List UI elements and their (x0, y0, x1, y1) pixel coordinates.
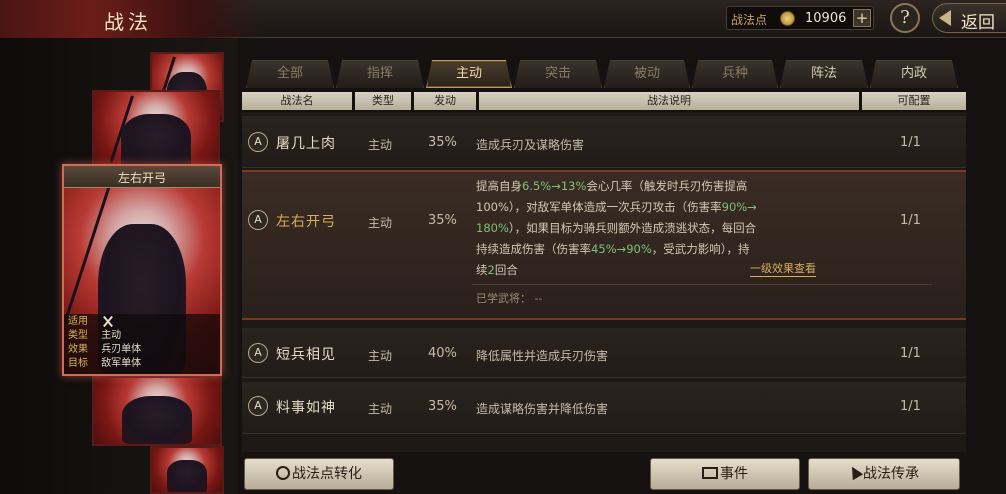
table-row[interactable]: A 料事如神 主动 35% 造成谋略伤害并降低伤害 1/1 (242, 382, 966, 434)
tactic-description: 造成兵刃及谋略伤害 (476, 138, 585, 152)
card-info-row: 类型 主动 (68, 329, 121, 342)
bow-icon (101, 316, 115, 327)
convert-label: 战法点转化 (292, 466, 362, 482)
description-line: 100%），对敌军单体造成一次兵刃攻击（伤害率90%→ (476, 200, 757, 214)
learned-generals: 已学武将： -- (476, 292, 543, 305)
info-key: 类型 (68, 330, 88, 341)
column-header-description: 战法说明 (479, 92, 859, 110)
tactic-card-back[interactable] (92, 376, 222, 446)
tab-passive[interactable]: 被动 (604, 60, 690, 88)
inherit-tactic-button[interactable]: 战法传承 (808, 458, 960, 490)
tab-troop-type[interactable]: 兵种 (692, 60, 778, 88)
info-value: 敌军单体 (101, 358, 142, 369)
tactic-config: 1/1 (900, 135, 921, 150)
warrior-silhouette-icon (167, 460, 207, 492)
tab-command[interactable]: 指挥 (336, 60, 424, 88)
warrior-silhouette-icon (121, 113, 191, 170)
tactic-type: 主动 (368, 138, 393, 152)
info-key: 适用 (68, 316, 88, 327)
hammer-icon (846, 463, 864, 481)
tactic-name: 短兵相见 (276, 347, 336, 363)
grade-badge: A (248, 132, 268, 152)
grade-badge: A (248, 343, 268, 363)
column-header-type: 类型 (355, 92, 411, 110)
tactic-rate: 35% (428, 213, 457, 228)
back-button[interactable]: 返回 (932, 3, 1006, 33)
tactic-card-back[interactable] (92, 90, 220, 172)
column-header-rate: 发动 (414, 92, 476, 110)
level-one-effect-link[interactable]: 一级效果查看 (750, 260, 816, 277)
top-bar: 战法 战法点 10906 + ? 返回 (0, 0, 1006, 38)
tactic-config: 1/1 (900, 346, 921, 361)
back-arrow-icon (939, 10, 951, 26)
description-line: 持续造成伤害（伤害率45%→90%，受武力影响），持 (476, 242, 750, 256)
event-label: 事件 (720, 466, 748, 482)
card-title-bar: 左右开弓 (64, 166, 220, 188)
inherit-label: 战法传承 (863, 466, 919, 482)
tactic-points-display: 战法点 10906 + (726, 6, 874, 30)
tab-active[interactable]: 主动 (426, 60, 512, 88)
card-info-row: 适用 (68, 315, 115, 328)
info-key: 效果 (68, 344, 88, 355)
convert-icon (276, 466, 290, 480)
selected-tactic-card[interactable]: 左右开弓 适用 类型 主动 效果 兵刃单体 目标 敌军单体 (62, 164, 222, 376)
table-row[interactable]: A 屠几上肉 主动 35% 造成兵刃及谋略伤害 1/1 (242, 116, 966, 168)
tactic-name: 屠几上肉 (276, 136, 336, 152)
tab-all[interactable]: 全部 (246, 60, 334, 88)
card-title: 左右开弓 (117, 171, 166, 185)
event-icon (702, 467, 718, 479)
tactic-config: 1/1 (900, 213, 921, 228)
page-title: 战法 (104, 10, 152, 34)
tactic-table: A 屠几上肉 主动 35% 造成兵刃及谋略伤害 1/1 A 左右开弓 主动 35… (242, 112, 966, 452)
warrior-silhouette-icon (121, 396, 193, 444)
tactic-rate: 40% (428, 346, 457, 361)
tactic-points-label: 战法点 (731, 13, 768, 27)
convert-points-button[interactable]: 战法点转化 (244, 458, 394, 490)
tactic-type: 主动 (368, 349, 393, 363)
description-line: 180%），如果目标为骑兵则额外造成溃逃状态，每回合 (476, 221, 757, 235)
card-info-row: 目标 敌军单体 (68, 357, 141, 370)
tactic-points-value: 10906 (805, 11, 847, 26)
tactic-name: 料事如神 (276, 400, 336, 416)
grade-badge: A (248, 396, 268, 416)
description-line: 提高自身6.5%→13%会心几率（触发时兵刃伤害提高 (476, 179, 748, 193)
tactic-type: 主动 (368, 216, 393, 230)
tab-assault[interactable]: 突击 (514, 60, 602, 88)
column-header-name: 战法名 (242, 92, 352, 110)
coin-icon (780, 11, 795, 26)
tactic-description: 降低属性并造成兵刃伤害 (476, 349, 609, 363)
info-value: 主动 (101, 330, 122, 341)
add-points-button[interactable]: + (853, 9, 871, 27)
tactic-rate: 35% (428, 135, 457, 150)
table-row[interactable]: A 短兵相见 主动 40% 降低属性并造成兵刃伤害 1/1 (242, 328, 966, 378)
row-divider (472, 284, 932, 285)
tactic-rate: 35% (428, 399, 457, 414)
info-value: 兵刃单体 (101, 344, 142, 355)
grade-badge: A (248, 210, 268, 230)
card-info-panel: 适用 类型 主动 效果 兵刃单体 目标 敌军单体 (64, 314, 220, 374)
info-key: 目标 (68, 358, 88, 369)
tactic-card-back[interactable] (150, 446, 224, 494)
tactic-config: 1/1 (900, 399, 921, 414)
help-button[interactable]: ? (890, 3, 920, 33)
card-info-row: 效果 兵刃单体 (68, 343, 141, 356)
tab-internal-affairs[interactable]: 内政 (870, 60, 958, 88)
tactic-type: 主动 (368, 402, 393, 416)
tab-formation[interactable]: 阵法 (780, 60, 868, 88)
event-button[interactable]: 事件 (650, 458, 800, 490)
back-label: 返回 (961, 13, 995, 33)
tactic-name: 左右开弓 (276, 214, 336, 230)
column-header-config: 可配置 (862, 92, 966, 110)
tactic-description: 造成谋略伤害并降低伤害 (476, 402, 609, 416)
table-row-selected[interactable]: A 左右开弓 主动 35% 提高自身6.5%→13%会心几率（触发时兵刃伤害提高… (242, 170, 966, 320)
